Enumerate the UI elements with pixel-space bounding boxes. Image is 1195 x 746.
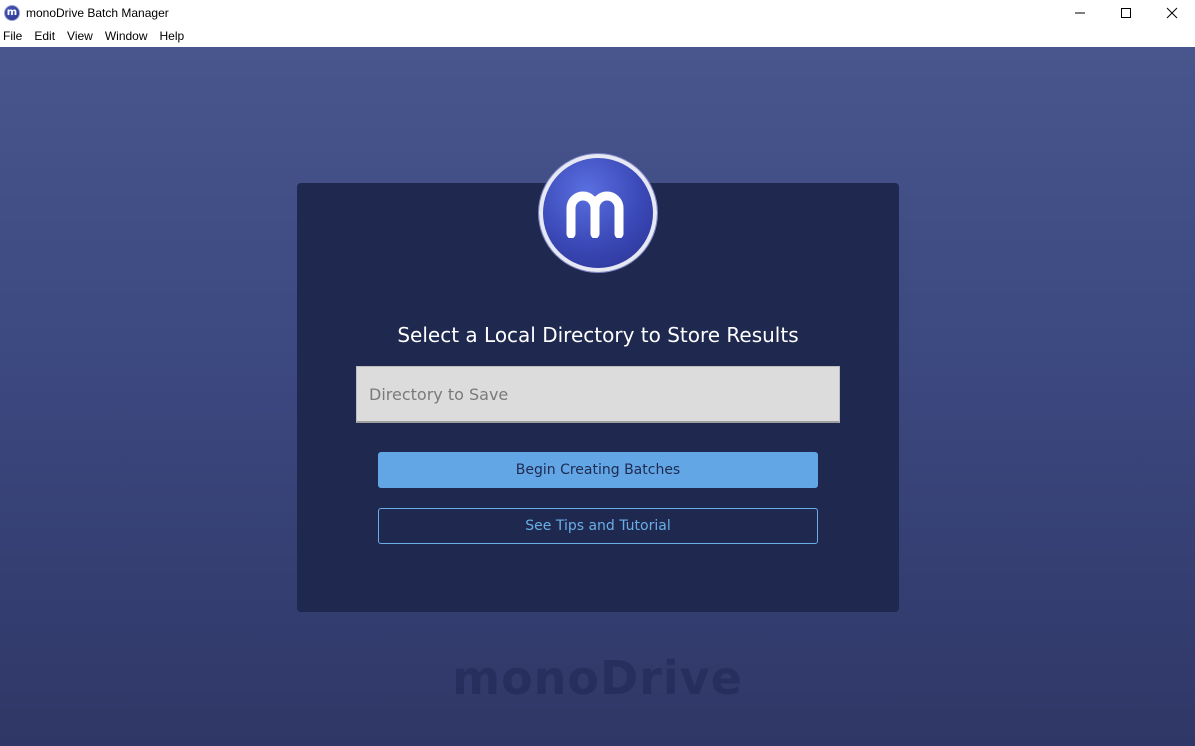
menu-file[interactable]: File — [0, 25, 28, 47]
main-content: monoDrive Select a Local Directory to St… — [0, 47, 1195, 746]
monodrive-logo — [539, 154, 657, 272]
monodrive-watermark: monoDrive — [452, 651, 743, 705]
window-title: monoDrive Batch Manager — [26, 5, 169, 20]
close-button[interactable] — [1149, 0, 1195, 25]
card-heading: Select a Local Directory to Store Result… — [397, 323, 799, 347]
monodrive-app-icon: m — [4, 4, 20, 21]
minimize-icon — [1075, 12, 1085, 13]
menu-help[interactable]: Help — [154, 25, 191, 47]
monodrive-m-icon — [566, 191, 624, 238]
begin-creating-batches-button[interactable]: Begin Creating Batches — [378, 452, 818, 488]
window-controls — [1057, 0, 1195, 25]
maximize-icon — [1121, 7, 1131, 18]
maximize-button[interactable] — [1103, 0, 1149, 25]
menu-window[interactable]: Window — [99, 25, 154, 47]
directory-input[interactable] — [356, 366, 840, 423]
menu-view[interactable]: View — [61, 25, 99, 47]
title-bar: m monoDrive Batch Manager — [0, 0, 1195, 25]
minimize-button[interactable] — [1057, 0, 1103, 25]
menu-bar: File Edit View Window Help — [0, 25, 1195, 47]
menu-edit[interactable]: Edit — [28, 25, 61, 47]
close-icon — [1166, 7, 1178, 18]
tips-tutorial-button[interactable]: See Tips and Tutorial — [378, 508, 818, 544]
